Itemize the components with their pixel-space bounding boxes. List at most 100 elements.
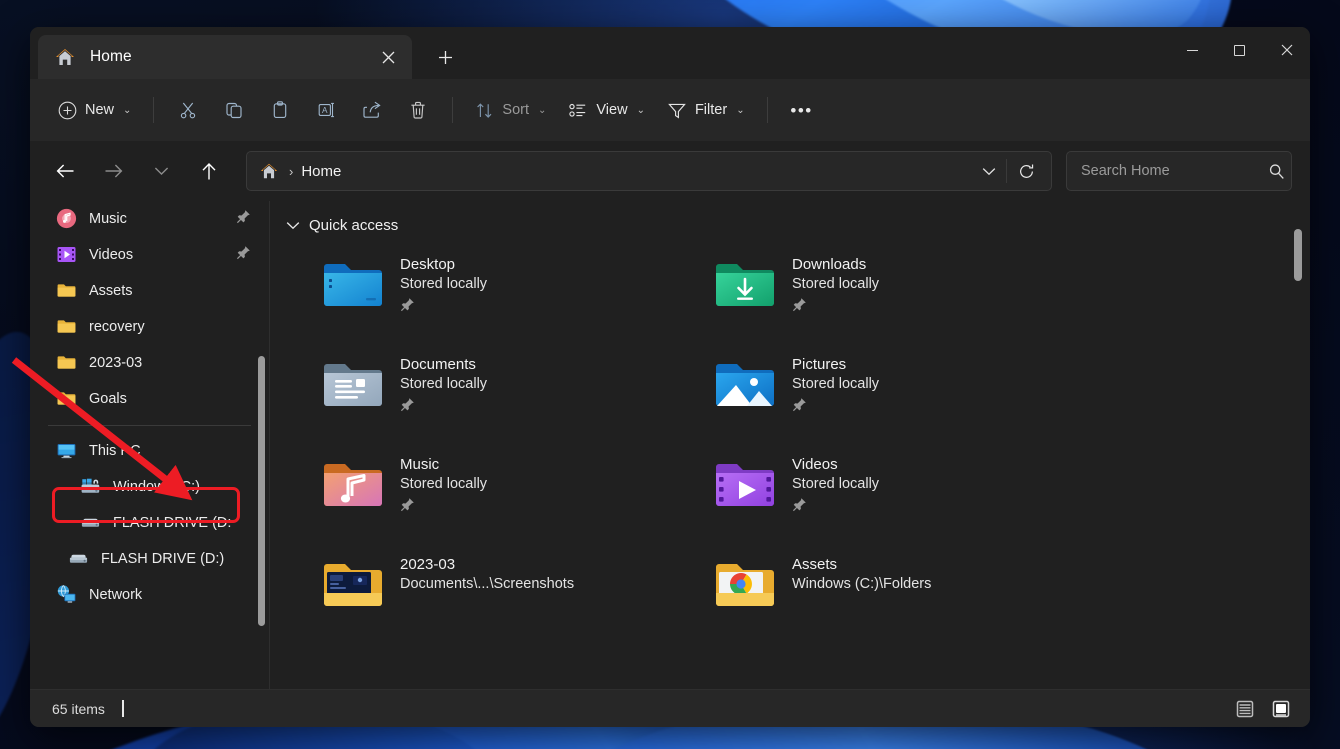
tab-strip: Home	[30, 35, 464, 79]
large-icons-view-button[interactable]	[1266, 696, 1296, 722]
pin-icon	[792, 297, 879, 317]
quick-access-item-meta: 2023-03 Documents\...\Screenshots	[400, 554, 574, 592]
quick-access-item-videos[interactable]: Videos Stored locally	[714, 450, 1054, 538]
sidebar-item-flash-drive-d-2[interactable]: FLASH DRIVE (D:)	[38, 541, 261, 577]
recent-locations-button[interactable]	[144, 154, 178, 188]
clipboard-icon	[270, 100, 290, 120]
sidebar-scrollbar-thumb[interactable]	[258, 356, 265, 626]
sidebar-item-music[interactable]: Music	[38, 201, 261, 237]
quick-access-item-downloads[interactable]: Downloads Stored locally	[714, 250, 1054, 338]
quick-access-item-documents[interactable]: Documents Stored locally	[322, 350, 662, 438]
rename-icon: A	[316, 100, 336, 120]
sidebar-item-network[interactable]: Network	[38, 577, 261, 613]
quick-access-item-meta: Assets Windows (C:)\Folders	[792, 554, 931, 592]
share-button[interactable]	[350, 91, 394, 129]
copy-icon	[224, 100, 244, 120]
content-scrollbar-thumb[interactable]	[1294, 229, 1302, 281]
trash-icon	[408, 100, 428, 120]
home-icon	[54, 46, 76, 68]
folder-icon	[56, 280, 78, 302]
view-button[interactable]: View ⌄	[558, 91, 655, 129]
search-input[interactable]	[1081, 163, 1268, 179]
sidebar-item-flash-drive-d-1[interactable]: FLASH DRIVE (D:	[38, 505, 261, 541]
item-subtitle: Stored locally	[400, 376, 487, 392]
explorer-body: Music Videos	[30, 201, 1310, 689]
paste-button[interactable]	[258, 91, 302, 129]
back-button[interactable]	[48, 154, 82, 188]
search-icon[interactable]	[1268, 163, 1285, 180]
new-tab-button[interactable]	[426, 38, 464, 76]
videos-folder-icon	[714, 458, 776, 510]
search-box[interactable]	[1066, 151, 1292, 191]
copy-button[interactable]	[212, 91, 256, 129]
tab-home[interactable]: Home	[38, 35, 412, 79]
item-subtitle: Documents\...\Screenshots	[400, 576, 574, 592]
cut-button[interactable]	[166, 91, 210, 129]
drive-icon	[80, 512, 102, 534]
quick-access-item-2023-03[interactable]: 2023-03 Documents\...\Screenshots	[322, 550, 662, 638]
refresh-icon[interactable]	[1007, 155, 1045, 187]
filter-label: Filter	[695, 102, 727, 118]
pin-icon	[236, 245, 251, 265]
folder-icon	[56, 352, 78, 374]
item-name: Pictures	[792, 356, 879, 373]
minimize-button[interactable]	[1169, 27, 1216, 73]
quick-access-item-music[interactable]: Music Stored locally	[322, 450, 662, 538]
forward-button[interactable]	[96, 154, 130, 188]
quick-access-item-meta: Music Stored locally	[400, 454, 487, 517]
pin-icon	[400, 297, 487, 317]
sidebar-item-videos[interactable]: Videos	[38, 237, 261, 273]
quick-access-item-desktop[interactable]: Desktop Stored locally	[322, 250, 662, 338]
chevron-down-icon[interactable]	[286, 217, 300, 234]
this-pc-icon	[56, 440, 78, 462]
new-button-label: New	[85, 102, 114, 118]
view-label: View	[596, 102, 627, 118]
quick-access-item-meta: Documents Stored locally	[400, 354, 487, 417]
pin-icon	[236, 209, 251, 229]
up-button[interactable]	[192, 154, 226, 188]
drive-icon	[68, 548, 90, 570]
sort-icon	[475, 101, 494, 120]
quick-access-item-assets[interactable]: Assets Windows (C:)\Folders	[714, 550, 1054, 638]
quick-access-item-meta: Pictures Stored locally	[792, 354, 879, 417]
title-bar: Home	[30, 27, 1310, 79]
sidebar-item-windows-c[interactable]: Windows (C:)	[38, 469, 261, 505]
details-view-button[interactable]	[1230, 696, 1260, 722]
toolbar-divider	[767, 97, 768, 123]
new-button[interactable]: New ⌄	[48, 91, 141, 129]
toolbar-divider	[452, 97, 453, 123]
sort-label: Sort	[502, 102, 529, 118]
sidebar-item-2023-03[interactable]: 2023-03	[38, 345, 261, 381]
quick-access-item-pictures[interactable]: Pictures Stored locally	[714, 350, 1054, 438]
filter-button[interactable]: Filter ⌄	[657, 91, 755, 129]
see-more-button[interactable]: •••	[780, 91, 824, 129]
delete-button[interactable]	[396, 91, 440, 129]
item-subtitle: Windows (C:)\Folders	[792, 576, 931, 592]
status-bar: 65 items	[30, 689, 1310, 727]
sidebar-item-assets[interactable]: Assets	[38, 273, 261, 309]
pin-icon	[792, 497, 879, 517]
quick-access-header[interactable]: Quick access	[286, 217, 1310, 234]
quick-access-title: Quick access	[309, 217, 398, 234]
sidebar-divider	[48, 425, 251, 426]
chevron-down-icon: ⌄	[736, 105, 744, 116]
address-dropdown-icon[interactable]	[972, 155, 1006, 187]
toolbar-divider	[153, 97, 154, 123]
pictures-folder-icon	[714, 358, 776, 410]
sidebar-item-this-pc[interactable]: This PC	[38, 433, 261, 469]
sort-button[interactable]: Sort ⌄	[465, 91, 556, 129]
address-bar[interactable]: › Home	[246, 151, 1052, 191]
chevron-down-icon: ⌄	[538, 105, 546, 116]
sidebar-item-label: FLASH DRIVE (D:	[113, 515, 231, 531]
close-tab-icon[interactable]	[374, 43, 402, 71]
maximize-button[interactable]	[1216, 27, 1263, 73]
sidebar-item-label: Assets	[89, 283, 133, 299]
sidebar-item-recovery[interactable]: recovery	[38, 309, 261, 345]
item-subtitle: Stored locally	[792, 376, 879, 392]
navigation-bar: › Home	[30, 141, 1310, 201]
sidebar-item-label: 2023-03	[89, 355, 142, 371]
sidebar-item-goals[interactable]: Goals	[38, 381, 261, 417]
pin-icon	[400, 497, 487, 517]
close-window-button[interactable]	[1263, 27, 1310, 73]
rename-button[interactable]: A	[304, 91, 348, 129]
